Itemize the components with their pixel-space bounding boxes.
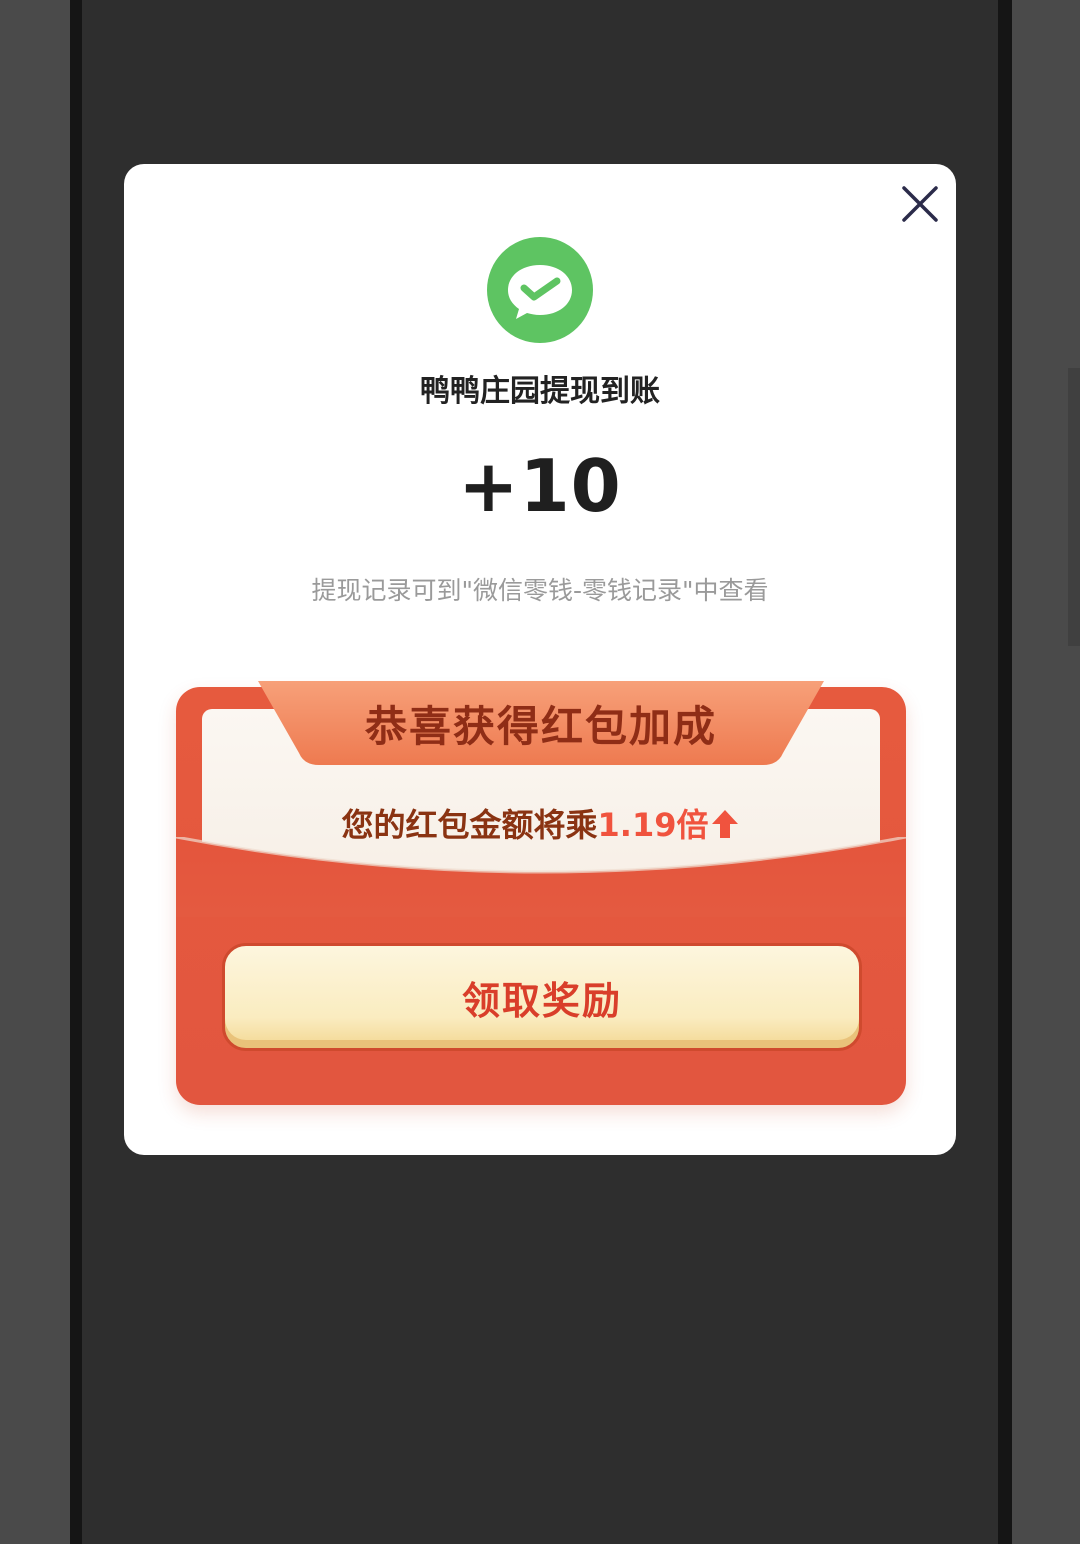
left-screen-edge: [70, 0, 82, 1544]
left-background: [0, 0, 70, 1544]
withdrawal-success-dialog: 鸭鸭庄园提现到账 +10 提现记录可到"微信零钱-零钱记录"中查看 恭喜获得红包…: [124, 164, 956, 1155]
up-arrow-icon: [712, 810, 739, 838]
claim-reward-button[interactable]: 领取奖励: [222, 943, 862, 1051]
red-packet-bonus-card: 恭喜获得红包加成 您的红包金额将乘1.19倍 领取奖励: [176, 681, 906, 1105]
multiplier-prefix: 您的红包金额将乘: [341, 806, 598, 844]
claim-reward-label: 领取奖励: [461, 979, 622, 1023]
wechat-pay-icon: [487, 237, 593, 343]
multiplier-value: 1.19倍: [597, 806, 709, 844]
bonus-ribbon-title: 恭喜获得红包加成: [364, 702, 717, 751]
red-packet-flap: [176, 837, 906, 917]
right-screen-edge: [998, 0, 1012, 1544]
record-hint: 提现记录可到"微信零钱-零钱记录"中查看: [311, 576, 769, 605]
close-button[interactable]: [896, 180, 944, 228]
right-background: [1012, 0, 1080, 1544]
dialog-title: 鸭鸭庄园提现到账: [420, 374, 660, 409]
multiplier-text: 您的红包金额将乘1.19倍: [176, 800, 906, 846]
scrollbar: [1068, 368, 1080, 646]
amount-value: +10: [458, 444, 622, 528]
close-icon: [902, 186, 938, 222]
